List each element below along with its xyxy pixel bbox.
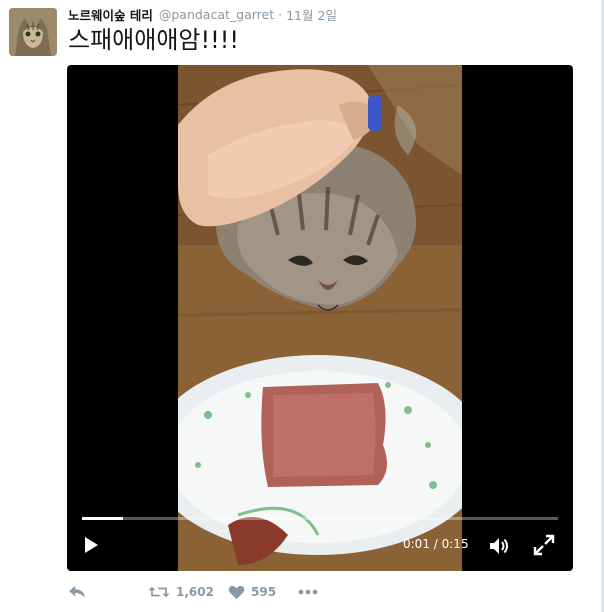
video-time-display: 0:01 / 0:15 xyxy=(403,537,469,551)
video-progress-bar[interactable] xyxy=(82,517,558,520)
retweet-icon xyxy=(148,586,170,598)
expand-icon xyxy=(533,534,555,556)
tweet-actions: 1,602 595 xyxy=(68,582,318,602)
video-progress-fill xyxy=(82,517,124,520)
tweet-header: 노르웨이숲 테리 @pandacat_garret · 11월 2일 xyxy=(68,5,337,24)
more-icon xyxy=(298,589,318,595)
reply-icon xyxy=(69,585,85,599)
play-icon xyxy=(85,537,98,553)
volume-icon xyxy=(490,538,508,554)
tweet-text: 스패애애애암!!!! xyxy=(68,26,239,54)
cat-avatar-image xyxy=(9,8,57,56)
more-button[interactable] xyxy=(298,589,318,595)
like-count: 595 xyxy=(251,585,277,599)
volume-button[interactable] xyxy=(487,534,511,558)
user-handle[interactable]: @pandacat_garret xyxy=(159,7,274,22)
avatar[interactable] xyxy=(9,8,57,56)
video-player[interactable]: 0:01 / 0:15 xyxy=(67,65,573,571)
retweet-count: 1,602 xyxy=(176,585,214,599)
heart-icon xyxy=(228,585,245,599)
video-time-divider: / xyxy=(429,537,442,551)
header-separator: · xyxy=(278,6,283,22)
retweet-button[interactable]: 1,602 xyxy=(148,585,228,599)
reply-button[interactable] xyxy=(68,585,148,599)
like-button[interactable]: 595 xyxy=(228,585,298,600)
fullscreen-button[interactable] xyxy=(532,533,556,557)
video-frame xyxy=(178,65,462,571)
tweet-timestamp[interactable]: 11월 2일 xyxy=(286,5,337,24)
video-current-time: 0:01 xyxy=(403,537,430,551)
play-button[interactable] xyxy=(79,533,103,557)
video-duration: 0:15 xyxy=(441,537,469,551)
display-name[interactable]: 노르웨이숲 테리 xyxy=(68,5,153,24)
video-still-image xyxy=(178,65,462,571)
